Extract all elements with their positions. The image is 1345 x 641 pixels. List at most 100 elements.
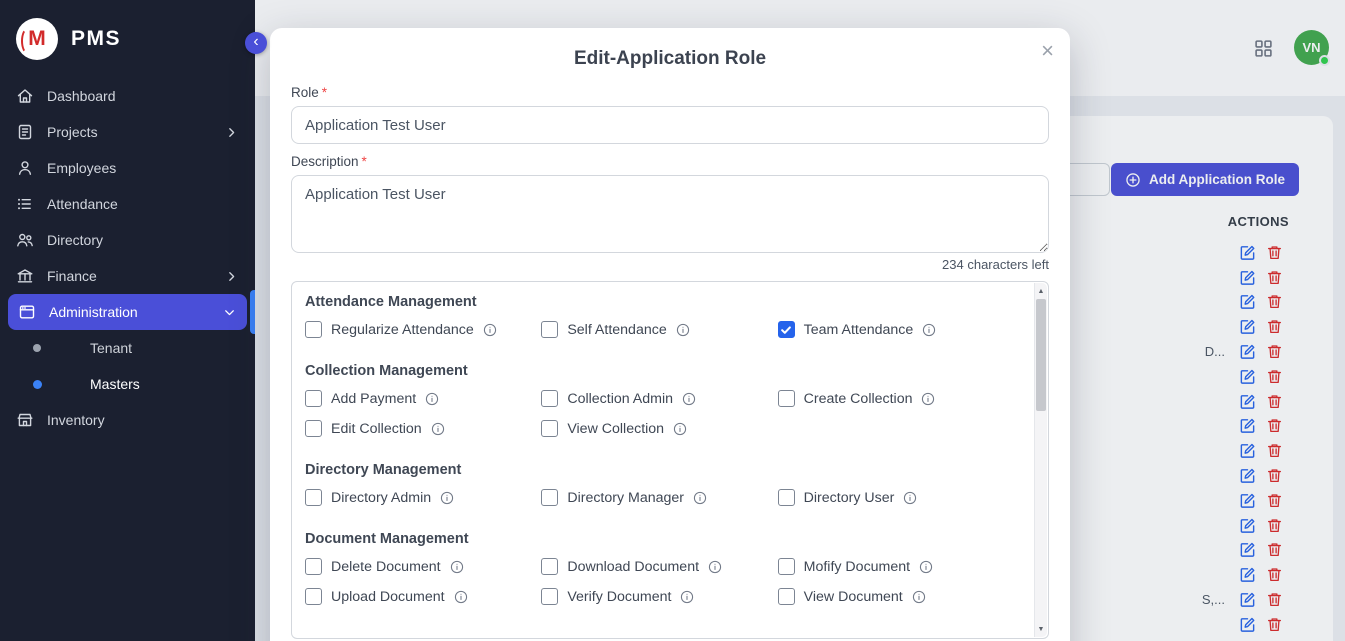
permissions-panel: Attendance ManagementRegularize Attendan… — [291, 281, 1049, 639]
permission-label: View Collection — [567, 421, 664, 437]
checkbox-view-document[interactable] — [778, 588, 795, 605]
info-icon[interactable] — [454, 590, 468, 604]
checkbox-directory-admin[interactable] — [305, 489, 322, 506]
permission-section-title: Collection Management — [305, 363, 1008, 379]
permission-item: Create Collection — [778, 389, 1008, 408]
home-icon — [16, 87, 34, 105]
checkbox-create-collection[interactable] — [778, 390, 795, 407]
admin-icon — [18, 303, 36, 321]
sidebar-item-employees[interactable]: Employees — [0, 150, 255, 186]
permissions-scrollbar[interactable]: ▲ ▼ — [1034, 283, 1047, 637]
person-icon — [16, 159, 34, 177]
close-icon[interactable]: × — [1041, 40, 1054, 62]
bullet-dot-icon — [33, 344, 41, 352]
sidebar-subitem-label: Tenant — [90, 340, 132, 356]
sidebar-item-label: Administration — [49, 304, 138, 320]
permission-item: Edit Collection — [305, 419, 535, 438]
info-icon[interactable] — [919, 560, 933, 574]
checkbox-verify-document[interactable] — [541, 588, 558, 605]
info-icon[interactable] — [922, 323, 936, 337]
info-icon[interactable] — [431, 422, 445, 436]
checkbox-upload-document[interactable] — [305, 588, 322, 605]
role-label: Role* — [291, 85, 1049, 100]
permission-label: Delete Document — [331, 559, 441, 575]
permission-label: Upload Document — [331, 589, 445, 605]
sidebar-item-dashboard[interactable]: Dashboard — [0, 78, 255, 114]
permission-label: Regularize Attendance — [331, 322, 474, 338]
role-input[interactable] — [291, 106, 1049, 144]
sidebar-item-label: Finance — [47, 268, 97, 284]
checkbox-directory-user[interactable] — [778, 489, 795, 506]
sidebar-subitem-label: Masters — [90, 376, 140, 392]
checkbox-team-attendance[interactable] — [778, 321, 795, 338]
scrollbar-thumb[interactable] — [1036, 299, 1046, 411]
permission-label: Team Attendance — [804, 322, 914, 338]
list-icon — [16, 195, 34, 213]
description-textarea[interactable]: Application Test User — [291, 175, 1049, 253]
info-icon[interactable] — [425, 392, 439, 406]
bullet-dot-icon — [33, 380, 42, 389]
characters-left-counter: 234 characters left — [291, 257, 1049, 272]
checkbox-add-payment[interactable] — [305, 390, 322, 407]
sidebar-item-label: Inventory — [47, 412, 105, 428]
permission-grid: Add Payment Collection Admin Create Collec… — [305, 389, 1008, 438]
permission-item: Add Payment — [305, 389, 535, 408]
checkbox-delete-document[interactable] — [305, 558, 322, 575]
sidebar-item-attendance[interactable]: Attendance — [0, 186, 255, 222]
sidebar-subitem-masters[interactable]: Masters — [0, 366, 255, 402]
checkbox-mofify-document[interactable] — [778, 558, 795, 575]
info-icon[interactable] — [673, 422, 687, 436]
brand-name: PMS — [71, 27, 121, 51]
permission-label: Verify Document — [567, 589, 671, 605]
sidebar-item-projects[interactable]: Projects — [0, 114, 255, 150]
sidebar-item-inventory[interactable]: Inventory — [0, 402, 255, 438]
checkbox-regularize-attendance[interactable] — [305, 321, 322, 338]
info-icon[interactable] — [912, 590, 926, 604]
checkbox-view-collection[interactable] — [541, 420, 558, 437]
permission-section-title: Directory Management — [305, 462, 1008, 478]
permission-section-title: Document Management — [305, 531, 1008, 547]
chevron-right-icon — [224, 269, 239, 284]
brand: M PMS — [0, 0, 255, 78]
permission-item: Mofify Document — [778, 557, 1008, 576]
brand-logo-icon: M — [16, 18, 58, 60]
info-icon[interactable] — [680, 590, 694, 604]
checkbox-self-attendance[interactable] — [541, 321, 558, 338]
scroll-down-icon[interactable]: ▼ — [1035, 622, 1047, 636]
sidebar-subitem-tenant[interactable]: Tenant — [0, 330, 255, 366]
scroll-up-icon[interactable]: ▲ — [1035, 284, 1047, 298]
sidebar-nav: Dashboard Projects Employees Attendance Dire… — [0, 78, 255, 438]
permission-label: Edit Collection — [331, 421, 422, 437]
store-icon — [16, 411, 34, 429]
permission-label: View Document — [804, 589, 903, 605]
permission-label: Add Payment — [331, 391, 416, 407]
sidebar-collapse-button[interactable]: ‹ — [245, 32, 267, 54]
info-icon[interactable] — [693, 491, 707, 505]
info-icon[interactable] — [440, 491, 454, 505]
checkbox-directory-manager[interactable] — [541, 489, 558, 506]
info-icon[interactable] — [676, 323, 690, 337]
required-asterisk: * — [362, 154, 367, 169]
permission-section: Attendance ManagementRegularize Attendan… — [305, 294, 1008, 339]
permission-label: Download Document — [567, 559, 699, 575]
info-icon[interactable] — [708, 560, 722, 574]
permission-label: Collection Admin — [567, 391, 673, 407]
chevron-right-icon — [224, 125, 239, 140]
info-icon[interactable] — [483, 323, 497, 337]
permission-label: Mofify Document — [804, 559, 910, 575]
sidebar-item-administration[interactable]: Administration — [8, 294, 247, 330]
info-icon[interactable] — [450, 560, 464, 574]
sidebar-item-label: Employees — [47, 160, 116, 176]
info-icon[interactable] — [921, 392, 935, 406]
sidebar-item-label: Dashboard — [47, 88, 116, 104]
checkbox-edit-collection[interactable] — [305, 420, 322, 437]
info-icon[interactable] — [682, 392, 696, 406]
sidebar-item-directory[interactable]: Directory — [0, 222, 255, 258]
sidebar-item-label: Attendance — [47, 196, 118, 212]
checkbox-collection-admin[interactable] — [541, 390, 558, 407]
chevron-down-icon — [222, 305, 237, 320]
sidebar-item-finance[interactable]: Finance — [0, 258, 255, 294]
permission-item: Directory User — [778, 488, 1008, 507]
info-icon[interactable] — [903, 491, 917, 505]
checkbox-download-document[interactable] — [541, 558, 558, 575]
